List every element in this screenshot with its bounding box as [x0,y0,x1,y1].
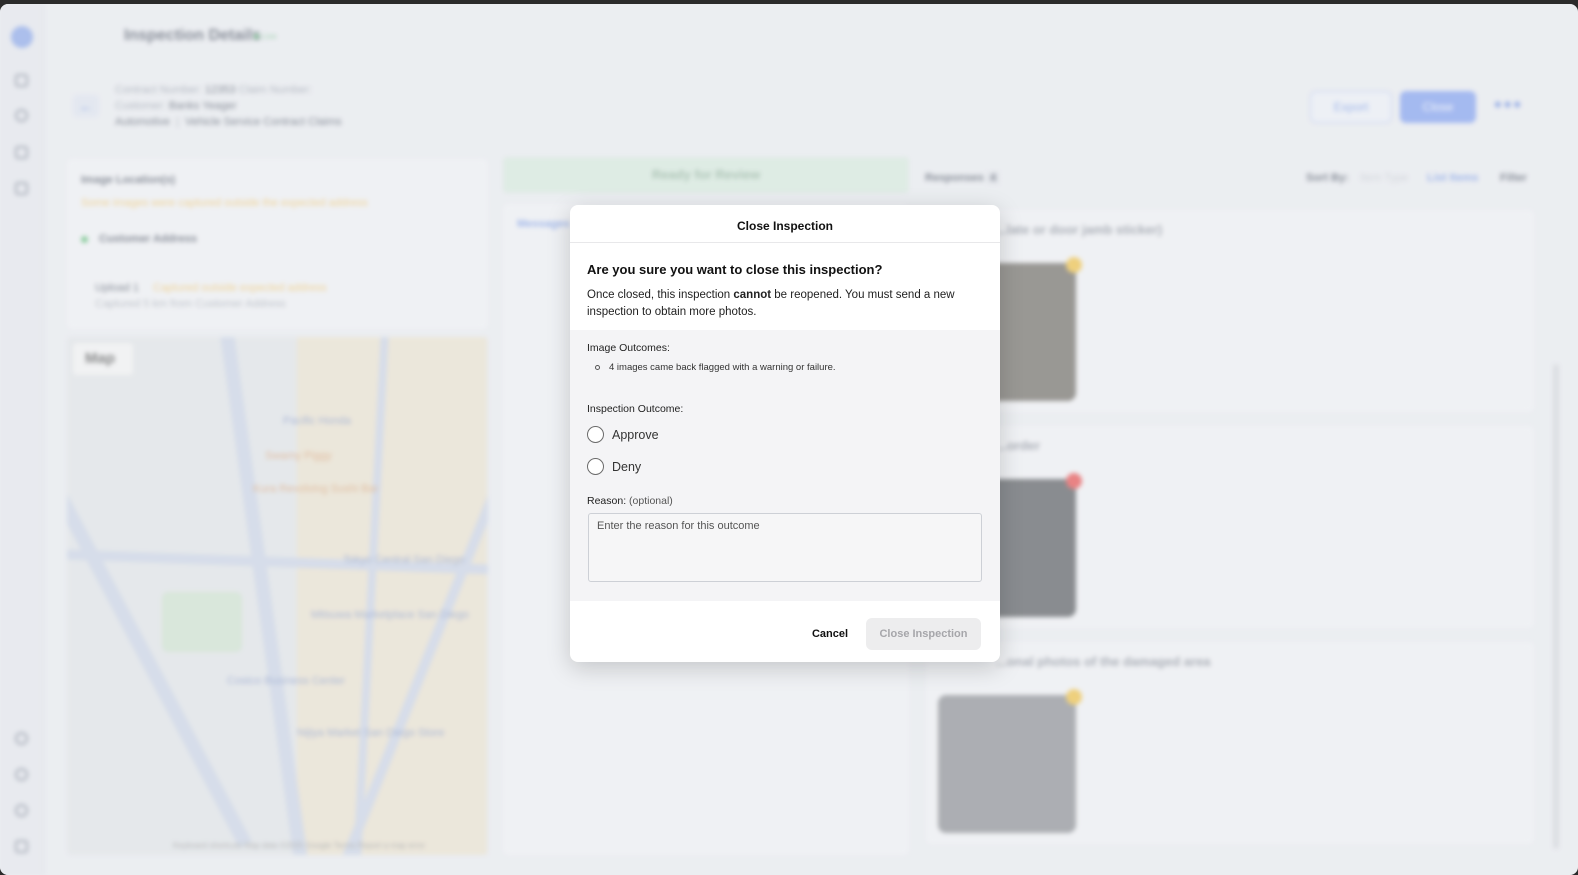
image-outcome-text: 4 images came back flagged with a warnin… [609,362,836,373]
reason-label: Reason: (optional) [587,495,673,507]
dialog-title: Close Inspection [570,205,1000,243]
approve-label: Approve [612,427,659,442]
approve-radio[interactable] [587,426,604,443]
deny-label: Deny [612,459,642,474]
bullet-icon [595,364,600,370]
close-inspection-dialog: Close Inspection Are you sure you want t… [570,205,1000,662]
dialog-description: Once closed, this inspection cannot be r… [587,287,977,321]
deny-radio[interactable] [587,458,604,475]
inspection-outcome-label: Inspection Outcome: [587,403,684,415]
approve-option[interactable]: Approve [587,426,659,443]
reason-optional: (optional) [629,495,673,507]
dialog-question: Are you sure you want to close this insp… [587,262,883,277]
reason-label-text: Reason: [587,495,627,507]
desc-emphasis: cannot [733,289,772,301]
cancel-button[interactable]: Cancel [802,618,858,650]
desc-text: Once closed, this inspection [587,289,734,301]
reason-textarea[interactable] [588,513,982,582]
deny-option[interactable]: Deny [587,458,641,475]
image-outcome-item: 4 images came back flagged with a warnin… [595,362,836,373]
image-outcomes-label: Image Outcomes: [587,342,670,354]
close-inspection-button[interactable]: Close Inspection [866,618,981,650]
